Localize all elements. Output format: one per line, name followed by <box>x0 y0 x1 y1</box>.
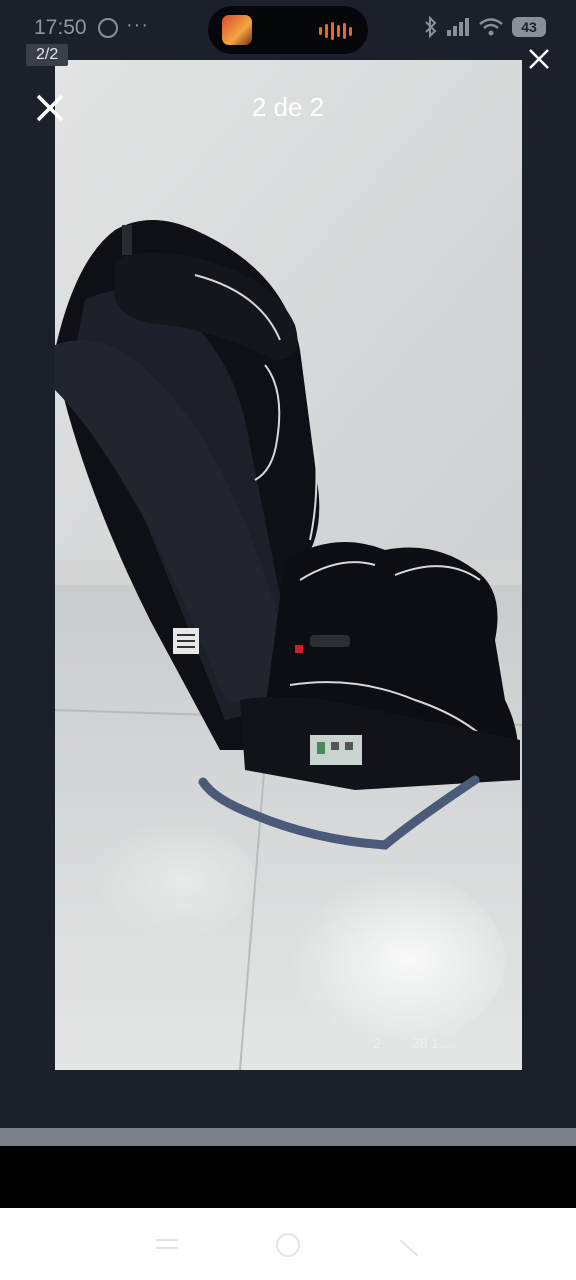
status-time: 17:50 <box>34 16 87 39</box>
audio-wave-icon <box>319 22 352 40</box>
home-icon[interactable] <box>273 1230 303 1260</box>
more-dots-icon: ··· <box>126 14 149 36</box>
wifi-icon <box>479 18 503 36</box>
whatsapp-icon <box>98 18 118 38</box>
bluetooth-icon <box>425 16 437 38</box>
status-bar: 17:50 ··· 43 <box>0 0 576 60</box>
product-photo[interactable]: 2 28 1… <box>55 60 522 1070</box>
signal-icon <box>447 18 469 36</box>
dynamic-island[interactable] <box>208 6 368 54</box>
menu-icon[interactable] <box>152 1230 182 1260</box>
navigation-bar <box>0 1208 576 1280</box>
bottom-black-area <box>0 1146 576 1208</box>
close-icon[interactable] <box>524 44 554 74</box>
car-seat-photo: 2 28 1… <box>55 60 522 1070</box>
viewer-title: 2 de 2 <box>251 92 325 122</box>
timestamp-watermark: 2 28 1… <box>373 1035 453 1051</box>
battery-icon: 43 <box>512 17 546 37</box>
bottom-sheet-handle <box>0 1128 576 1146</box>
back-icon[interactable] <box>394 1230 424 1260</box>
media-thumbnail <box>222 15 252 45</box>
page-counter-badge: 2/2 <box>26 44 69 66</box>
status-icons: 43 <box>424 16 546 38</box>
screen: 17:50 ··· 43 2/2 2 28 1… 2 de 2 <box>0 0 576 1280</box>
